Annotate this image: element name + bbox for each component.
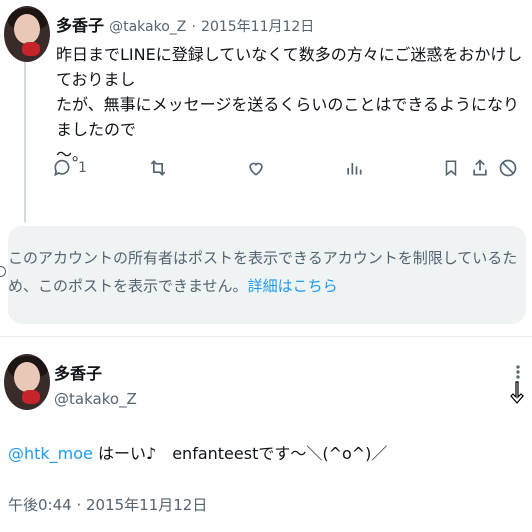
thread-line <box>24 62 26 222</box>
block-icon <box>499 159 517 177</box>
tweet-header: 多香子 @takako_Z · 2015年11月12日 <box>56 12 314 36</box>
share-button[interactable] <box>470 158 490 178</box>
avatar[interactable] <box>4 354 50 410</box>
mention-link[interactable]: @htk_moe <box>8 444 93 463</box>
divider <box>0 336 532 337</box>
author-name[interactable]: 多香子 <box>54 360 102 384</box>
learn-more-link[interactable]: 詳細はこちら <box>248 277 338 295</box>
notice-line-prefix: め、このポストを表示できません。 <box>8 277 248 295</box>
notice-line: このアカウントの所有者はポストを表示できるアカウントを制限しているた <box>8 249 518 267</box>
reply-count: 1 <box>78 160 87 176</box>
like-icon <box>249 162 263 176</box>
retweet-button[interactable] <box>148 158 168 178</box>
dot-separator: · <box>191 19 196 35</box>
tweet-text-body: はーい♪ enfanteestです〜＼(^o^)／ <box>92 444 388 463</box>
reply-button[interactable]: 1 <box>52 158 87 178</box>
tweet-text: 昨日までLINEに登録していなくて数多の方々にご迷惑をおかけしておりまし たが、… <box>56 42 528 167</box>
author-name[interactable]: 多香子 <box>56 16 104 35</box>
views-icon <box>347 163 362 175</box>
tweet-timestamp[interactable]: 午後0:44 · 2015年11月12日 <box>8 494 207 515</box>
edge-mark <box>0 266 6 277</box>
author-handle[interactable]: @takako_Z <box>109 19 186 35</box>
tweet-text-line: たが、無事にメッセージを送るくらいのことはできるようになりましたので <box>56 95 520 139</box>
share-icon <box>473 159 487 176</box>
like-button[interactable] <box>246 158 266 178</box>
tweet-text: @htk_moe はーい♪ enfanteestです〜＼(^o^)／ <box>8 440 387 464</box>
cursor-icon <box>508 380 526 412</box>
views-button[interactable] <box>344 158 364 178</box>
retweet-icon <box>150 160 166 176</box>
reply-icon <box>54 159 70 177</box>
more-icon <box>516 365 520 379</box>
avatar[interactable] <box>4 6 50 62</box>
bookmark-button[interactable] <box>442 158 460 178</box>
author-handle[interactable]: @takako_Z <box>54 390 137 408</box>
notice-line: め、このポストを表示できません。詳細はこちら <box>8 272 520 300</box>
bookmark-icon <box>445 160 457 177</box>
tweet-date[interactable]: 2015年11月12日 <box>201 19 314 35</box>
tweet-text-line: 昨日までLINEに登録していなくて数多の方々にご迷惑をおかけしておりまし <box>56 45 523 89</box>
block-button[interactable] <box>498 158 518 178</box>
restricted-notice-text: このアカウントの所有者はポストを表示できるアカウントを制限しているた め、このポ… <box>8 244 520 300</box>
